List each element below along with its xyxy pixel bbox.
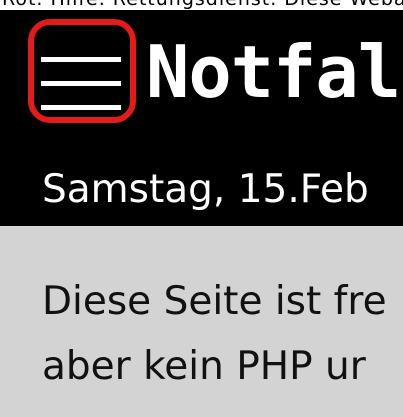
page-title: Notfall [146, 30, 403, 114]
hamburger-menu-icon[interactable] [41, 57, 121, 113]
header-date: Samstag, 15.Feb [42, 167, 369, 212]
notice-line-1: Diese Seite ist fre [42, 279, 387, 324]
top-strip: Rot. Hilfe. Rettungsdienst. Diese Webapp [0, 0, 403, 10]
notice-box: Diese Seite ist fre aber kein PHP ur [0, 226, 403, 417]
notice-line-2: aber kein PHP ur [42, 344, 366, 389]
top-strip-text: Rot. Hilfe. Rettungsdienst. Diese Webapp [2, 0, 403, 10]
header: Notfall Samstag, 15.Feb [0, 10, 403, 226]
